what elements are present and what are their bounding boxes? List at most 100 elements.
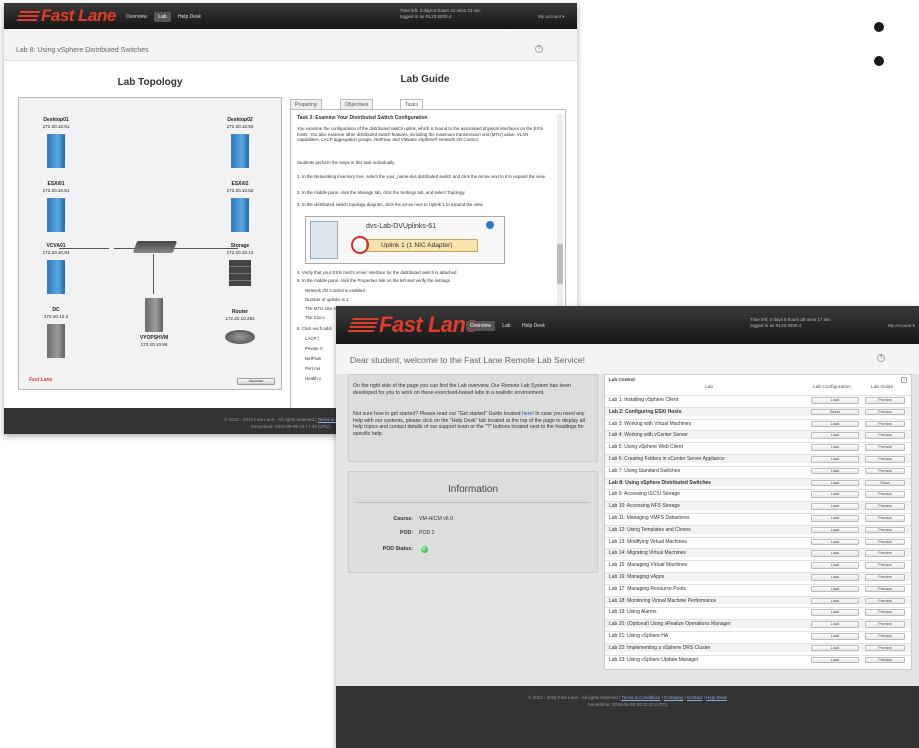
lab-name: Lab 19: Using Alarms xyxy=(609,609,657,616)
table-row: Lab 6: Creating Folders in vCenter Serve… xyxy=(605,454,911,463)
lab-guide-button[interactable]: Preview xyxy=(865,397,905,404)
lab-config-button[interactable]: Load xyxy=(811,432,859,439)
lab-guide-button[interactable]: Preview xyxy=(865,444,905,451)
logo-stripes-icon xyxy=(15,10,41,23)
welcome-title: Dear student, welcome to the Fast Lane R… xyxy=(350,355,586,365)
storage-icon[interactable] xyxy=(229,260,251,286)
lab-guide-button[interactable]: Preview xyxy=(865,408,905,416)
topology-logo: Fast Lane xyxy=(29,377,53,383)
lab-config-button[interactable]: Load xyxy=(811,420,859,428)
contact-link[interactable]: Contact xyxy=(687,695,703,700)
main-nav: Overview Lab Help Desk xyxy=(466,321,551,331)
lab-config-button[interactable]: Load xyxy=(811,574,859,581)
nav-overview[interactable]: Overview xyxy=(122,12,151,22)
fast-lane-logo[interactable]: Fast Lane xyxy=(347,312,478,338)
get-started-link[interactable]: here xyxy=(522,411,532,417)
lab-guide-button[interactable]: Show xyxy=(865,479,905,487)
tab-objectives[interactable]: Objectives xyxy=(340,99,374,109)
lab-config-button[interactable]: Load xyxy=(811,550,859,557)
account-menu[interactable]: My Account ▾ xyxy=(888,323,915,329)
lab-config-button[interactable]: Load xyxy=(811,479,859,487)
lab-guide-button[interactable]: Preview xyxy=(865,562,905,569)
lab-guide-button[interactable]: Preview xyxy=(865,515,905,522)
lab-guide-button[interactable]: Preview xyxy=(865,550,905,557)
nav-help-desk[interactable]: Help Desk xyxy=(174,12,205,22)
lab-config-button[interactable]: Load xyxy=(811,633,859,640)
intro-paragraph: On the right side of the page you can fi… xyxy=(353,383,572,396)
lab-config-button[interactable]: Load xyxy=(811,491,859,498)
lab-guide-button[interactable]: Preview xyxy=(865,503,905,510)
lab-config-button[interactable]: Load xyxy=(811,562,859,569)
lab-guide-button[interactable]: Preview xyxy=(865,491,905,498)
course-value: VM-HICM v6.0 xyxy=(419,516,454,522)
lab-guide-button[interactable]: Preview xyxy=(865,420,905,428)
help-desk-link[interactable]: Help Desk xyxy=(706,695,727,700)
topology-screenshot: dvs-Lab-DVUplinks-61 Uplink 1 (1 NIC Ada… xyxy=(305,216,505,264)
lab-guide-button[interactable]: Preview xyxy=(865,538,905,546)
help-icon[interactable]: ? xyxy=(535,45,543,53)
lab-name: Lab 9: Accessing iSCSI Storage xyxy=(609,491,680,498)
lab-config-button[interactable]: Load xyxy=(811,597,859,605)
scroll-thumb[interactable] xyxy=(557,244,563,284)
help-icon[interactable]: ? xyxy=(901,377,907,383)
server-icon[interactable] xyxy=(231,198,249,232)
lab-config-button[interactable]: Load xyxy=(811,397,859,404)
account-menu[interactable]: My account ▾ xyxy=(538,14,565,20)
node-vyopshvm: VYOPSHVM 172.20.10.96 xyxy=(139,335,169,347)
server-icon[interactable] xyxy=(145,298,163,332)
lab-header: Lab 8: Using vSphere Distributed Switche… xyxy=(4,29,577,61)
lab-guide-button[interactable]: Preview xyxy=(865,585,905,593)
dvs-uplinks-label: dvs-Lab-DVUplinks-61 xyxy=(366,223,437,230)
help-icon[interactable]: ? xyxy=(877,354,885,362)
expand-arrow-highlight-icon[interactable] xyxy=(351,236,369,254)
lab-guide-button[interactable]: Preview xyxy=(865,597,905,605)
lab-config-button[interactable]: Load xyxy=(811,585,859,593)
lab-config-button[interactable]: Load xyxy=(811,644,859,652)
nav-help-desk[interactable]: Help Desk xyxy=(518,321,549,331)
table-row: Lab 23: Using vSphere Update Manager Load… xyxy=(605,654,911,664)
terms-link[interactable]: Terms & Conditions xyxy=(621,695,660,700)
lab-guide-button[interactable]: Preview xyxy=(865,432,905,439)
lab-guide-button[interactable]: Preview xyxy=(865,456,905,463)
lab-guide-button[interactable]: Preview xyxy=(865,644,905,652)
lab-name: Lab 4: Working with vCenter Server xyxy=(609,432,688,439)
lab-config-button[interactable]: Load xyxy=(811,456,859,463)
lab-config-button[interactable]: Load xyxy=(811,526,859,534)
lab-guide-button[interactable]: Preview xyxy=(865,633,905,640)
server-icon[interactable] xyxy=(47,134,65,168)
network-switch-icon[interactable] xyxy=(132,241,178,253)
lab-config-button[interactable]: Load xyxy=(811,609,859,616)
lab-guide-button[interactable]: Preview xyxy=(865,656,905,664)
lab-name: Lab 7: Using Standard Switches xyxy=(609,467,681,474)
task-step: 3. In the distributed switch topology di… xyxy=(297,202,484,207)
nav-overview[interactable]: Overview xyxy=(466,321,495,331)
server-icon[interactable] xyxy=(231,134,249,168)
port-group-block xyxy=(310,221,338,259)
welcome-window: Fast Lane Overview Lab Help Desk Time le… xyxy=(336,306,919,748)
lab-config-button[interactable]: Load xyxy=(811,444,859,451)
lab-config-button[interactable]: Load xyxy=(811,467,859,475)
company-link[interactable]: Company xyxy=(664,695,683,700)
tab-tasks[interactable]: Tasks xyxy=(400,99,423,109)
table-row: Lab 1: Installing vSphere Client Load Prev… xyxy=(605,395,911,404)
lab-config-button[interactable]: Load xyxy=(811,515,859,522)
lab-config-button[interactable]: Load xyxy=(811,538,859,546)
lab-guide-button[interactable]: Preview xyxy=(865,621,905,628)
tab-preparing[interactable]: Preparing xyxy=(290,99,322,109)
server-icon[interactable] xyxy=(47,324,65,358)
router-icon[interactable] xyxy=(225,330,255,344)
lab-guide-button[interactable]: Preview xyxy=(865,574,905,581)
lab-config-button[interactable]: Load xyxy=(811,503,859,510)
nav-lab[interactable]: Lab xyxy=(154,12,171,22)
server-icon[interactable] xyxy=(47,260,65,294)
lab-config-button[interactable]: Load xyxy=(811,621,859,628)
server-icon[interactable] xyxy=(47,198,65,232)
lab-config-button[interactable]: Reset xyxy=(811,408,859,416)
lab-guide-button[interactable]: Preview xyxy=(865,526,905,534)
lab-guide-button[interactable]: Preview xyxy=(865,609,905,616)
nav-lab[interactable]: Lab xyxy=(498,321,514,331)
fast-lane-logo[interactable]: Fast Lane xyxy=(15,6,116,26)
maximize-button[interactable]: Maximize xyxy=(237,378,275,385)
lab-guide-button[interactable]: Preview xyxy=(865,467,905,475)
lab-config-button[interactable]: Load xyxy=(811,656,859,664)
